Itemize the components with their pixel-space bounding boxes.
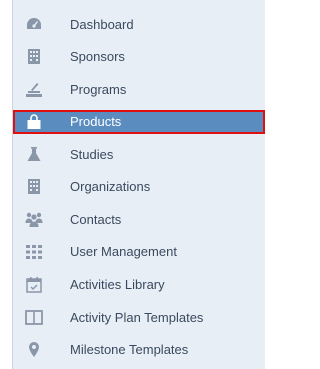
sidebar-item-organizations[interactable]: Organizations: [13, 170, 265, 203]
building-icon: [25, 178, 43, 196]
sidebar-item-label: Activity Plan Templates: [70, 309, 204, 325]
book-icon: [25, 308, 43, 326]
programs-icon: [25, 80, 43, 98]
sidebar-item-products[interactable]: Products: [13, 109, 265, 134]
map-pin-icon: [25, 341, 43, 359]
app-frame: Dashboard Sponsors Programs Products Stu…: [0, 0, 265, 369]
sidebar-item-contacts[interactable]: Contacts: [13, 203, 265, 236]
sidebar-item-label: Products: [70, 114, 122, 130]
bag-icon: [25, 113, 43, 131]
sidebar-item-label: Studies: [70, 146, 114, 162]
dashboard-icon: [25, 15, 43, 33]
sidebar-item-milestone-templates[interactable]: Milestone Templates: [13, 333, 265, 366]
sidebar-nav: Dashboard Sponsors Programs Products Stu…: [12, 0, 265, 369]
flask-icon: [25, 145, 43, 163]
sidebar-item-label: Dashboard: [70, 16, 134, 32]
sidebar-item-programs[interactable]: Programs: [13, 73, 265, 106]
grid-icon: [25, 243, 43, 261]
sidebar-item-label: Programs: [70, 81, 127, 97]
sidebar-item-label: Activities Library: [70, 276, 165, 292]
sidebar-item-label: Milestone Templates: [70, 342, 189, 358]
sidebar-item-dashboard[interactable]: Dashboard: [13, 8, 265, 41]
sidebar-item-user-management[interactable]: User Management: [13, 236, 265, 269]
sidebar-item-studies[interactable]: Studies: [13, 138, 265, 171]
sidebar-item-label: Contacts: [70, 211, 122, 227]
users-icon: [25, 210, 43, 228]
sidebar-item-activities-library[interactable]: Activities Library: [13, 268, 265, 301]
sidebar-menu: Dashboard Sponsors Programs Products Stu…: [13, 0, 265, 366]
calendar-icon: [25, 275, 43, 293]
building-icon: [25, 48, 43, 66]
sidebar-item-label: User Management: [70, 244, 177, 260]
sidebar-item-sponsors[interactable]: Sponsors: [13, 41, 265, 74]
sidebar-item-activity-plan-templates[interactable]: Activity Plan Templates: [13, 301, 265, 334]
sidebar-item-label: Sponsors: [70, 49, 125, 65]
sidebar-item-label: Organizations: [70, 179, 151, 195]
